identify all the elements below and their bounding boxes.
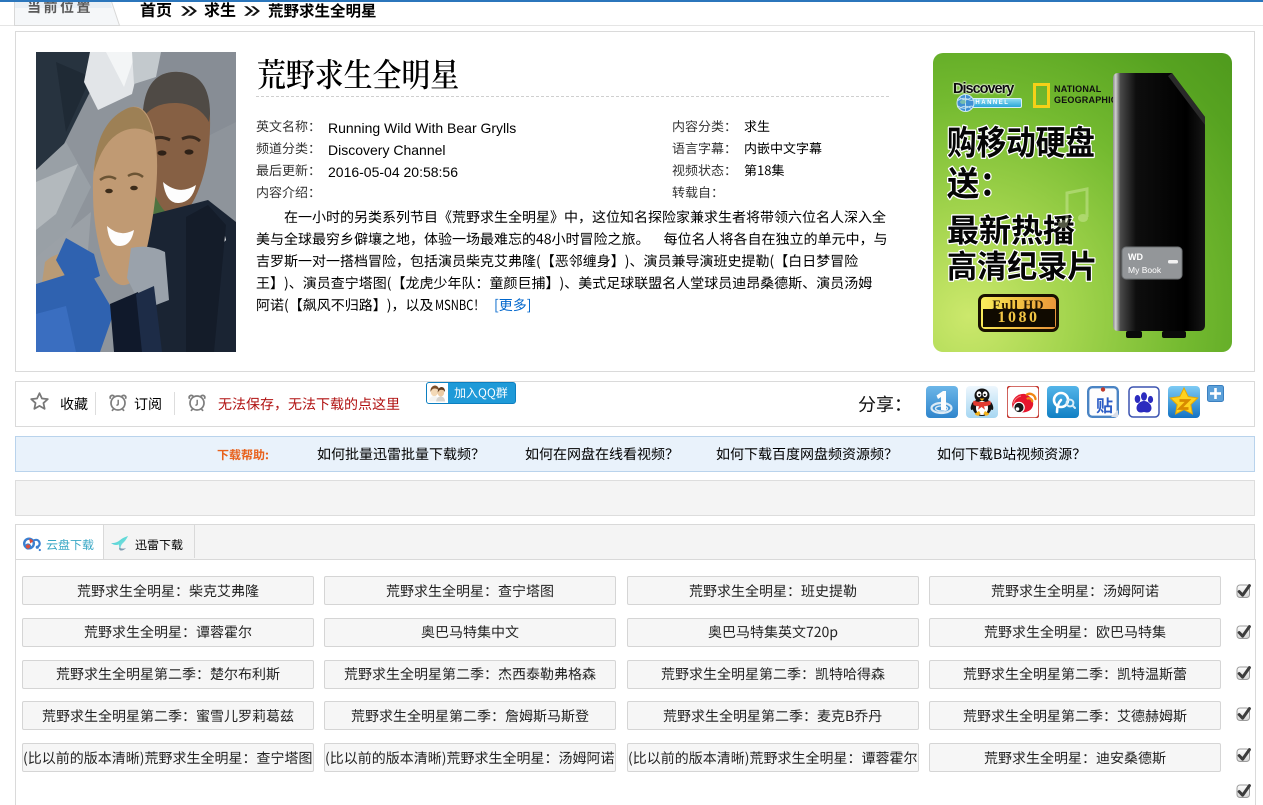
svg-text:My Book: My Book bbox=[1128, 265, 1162, 275]
svg-text:WD: WD bbox=[1128, 252, 1143, 262]
